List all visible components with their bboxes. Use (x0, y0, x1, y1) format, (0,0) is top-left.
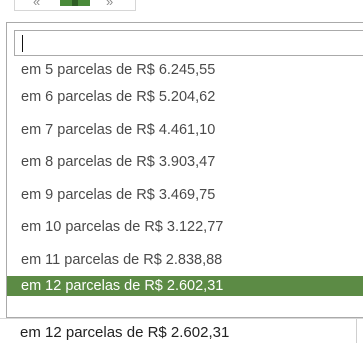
pagination-prev-button[interactable]: « (33, 0, 40, 8)
search-field[interactable] (14, 30, 363, 56)
option-item[interactable]: em 6 parcelas de R$ 5.204,62 (7, 81, 363, 114)
option-item[interactable]: em 5 parcelas de R$ 6.245,55 (7, 59, 363, 81)
installments-dropdown: em 5 parcelas de R$ 6.245,55 em 6 parcel… (6, 22, 363, 318)
option-item[interactable]: em 10 parcelas de R$ 3.122,77 (7, 211, 363, 244)
option-item[interactable]: em 11 parcelas de R$ 2.838,88 (7, 244, 363, 277)
text-caret (22, 35, 23, 52)
pagination-next-button[interactable]: » (106, 0, 113, 8)
options-list: em 5 parcelas de R$ 6.245,55 em 6 parcel… (7, 59, 363, 296)
select-border (356, 319, 357, 343)
selected-value: em 12 parcelas de R$ 2.602,31 (20, 324, 230, 341)
pagination-current-page[interactable] (60, 0, 90, 6)
pagination: « » (0, 0, 363, 14)
option-item[interactable]: em 7 parcelas de R$ 4.461,10 (7, 114, 363, 147)
option-item[interactable]: em 8 parcelas de R$ 3.903,47 (7, 146, 363, 179)
page: « » em 5 parcelas de R$ 6.245,55 em 6 pa… (0, 0, 363, 351)
option-item[interactable]: em 9 parcelas de R$ 3.469,75 (7, 179, 363, 212)
installments-select[interactable]: em 12 parcelas de R$ 2.602,31 (0, 318, 363, 351)
search-input[interactable] (15, 31, 363, 55)
option-item-highlighted[interactable]: em 12 parcelas de R$ 2.602,31 (7, 276, 363, 296)
